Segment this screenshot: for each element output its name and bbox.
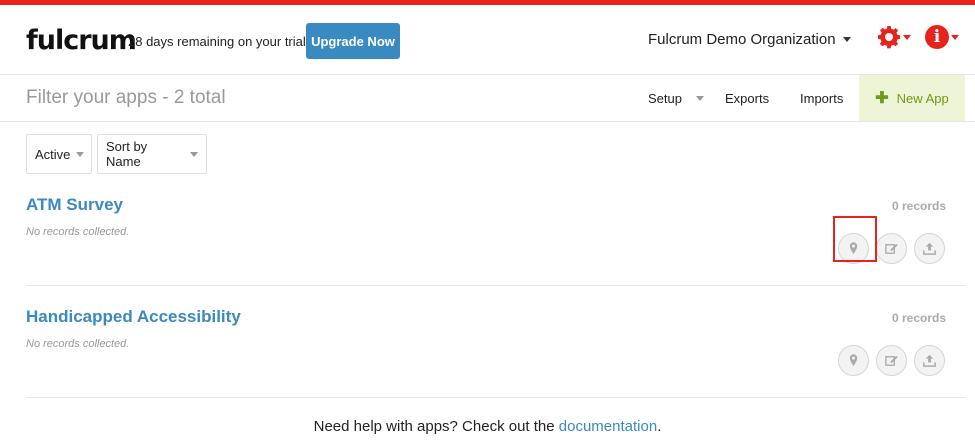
plus-icon: ✚ [875, 90, 889, 107]
setup-label: Setup [648, 91, 682, 106]
documentation-link[interactable]: documentation [559, 418, 657, 435]
app-record-count: 0 records [891, 199, 946, 213]
help-text: Need help with apps? Check out the [313, 418, 559, 435]
chevron-down-icon [190, 151, 198, 157]
settings-menu[interactable] [877, 25, 911, 49]
status-filter-value: Active [35, 146, 71, 162]
chevron-down-icon [903, 34, 911, 40]
map-button[interactable] [838, 345, 869, 376]
trial-status: 28 days remaining on your trial [128, 34, 306, 49]
new-app-label: New App [896, 90, 949, 106]
edit-button[interactable] [876, 345, 907, 376]
map-pin-icon [849, 354, 858, 367]
chevron-down-icon [842, 37, 851, 42]
setup-menu[interactable]: Setup [648, 91, 704, 106]
app-record-count: 0 records [891, 311, 946, 325]
upload-icon [923, 242, 936, 255]
sort-dropdown[interactable]: Sort by Name [97, 134, 207, 174]
sort-value: Sort by Name [106, 139, 148, 169]
status-filter-dropdown[interactable]: Active [26, 134, 92, 174]
apps-toolbar: Setup Exports Imports ✚ New App [0, 75, 975, 122]
info-icon: i [925, 25, 949, 49]
imports-link[interactable]: Imports [800, 91, 843, 106]
chevron-down-icon [951, 34, 959, 40]
fulcrum-logo[interactable]: fulcrum [26, 25, 137, 56]
app-status: No records collected. [26, 226, 130, 238]
row-divider [26, 285, 966, 286]
app-row: ATM Survey No records collected. 0 recor… [26, 195, 946, 265]
help-menu[interactable]: i [925, 25, 959, 49]
app-title[interactable]: ATM Survey [26, 195, 123, 215]
filter-apps-input[interactable] [26, 84, 586, 112]
upgrade-button[interactable]: Upgrade Now [306, 23, 400, 59]
organization-name: Fulcrum Demo Organization [648, 31, 836, 48]
gear-icon [878, 26, 901, 49]
organization-menu[interactable]: Fulcrum Demo Organization [648, 31, 851, 48]
upload-button[interactable] [914, 345, 945, 376]
header: fulcrum 28 days remaining on your trial … [0, 5, 975, 75]
edit-icon [885, 243, 898, 254]
chevron-down-icon [695, 96, 704, 101]
app-row: Handicapped Accessibility No records col… [26, 307, 946, 377]
app-title[interactable]: Handicapped Accessibility [26, 307, 241, 327]
new-app-button[interactable]: ✚ New App [859, 75, 965, 121]
help-text-end: . [657, 418, 662, 435]
app-status: No records collected. [26, 338, 130, 350]
help-footer: Need help with apps? Check out the docum… [0, 418, 975, 435]
chevron-down-icon [76, 151, 85, 157]
upload-button[interactable] [914, 233, 945, 264]
edit-button[interactable] [876, 233, 907, 264]
upload-icon [923, 354, 936, 367]
row-divider [26, 397, 966, 398]
exports-link[interactable]: Exports [725, 91, 769, 106]
edit-icon [885, 355, 898, 366]
highlight-box [833, 216, 877, 262]
